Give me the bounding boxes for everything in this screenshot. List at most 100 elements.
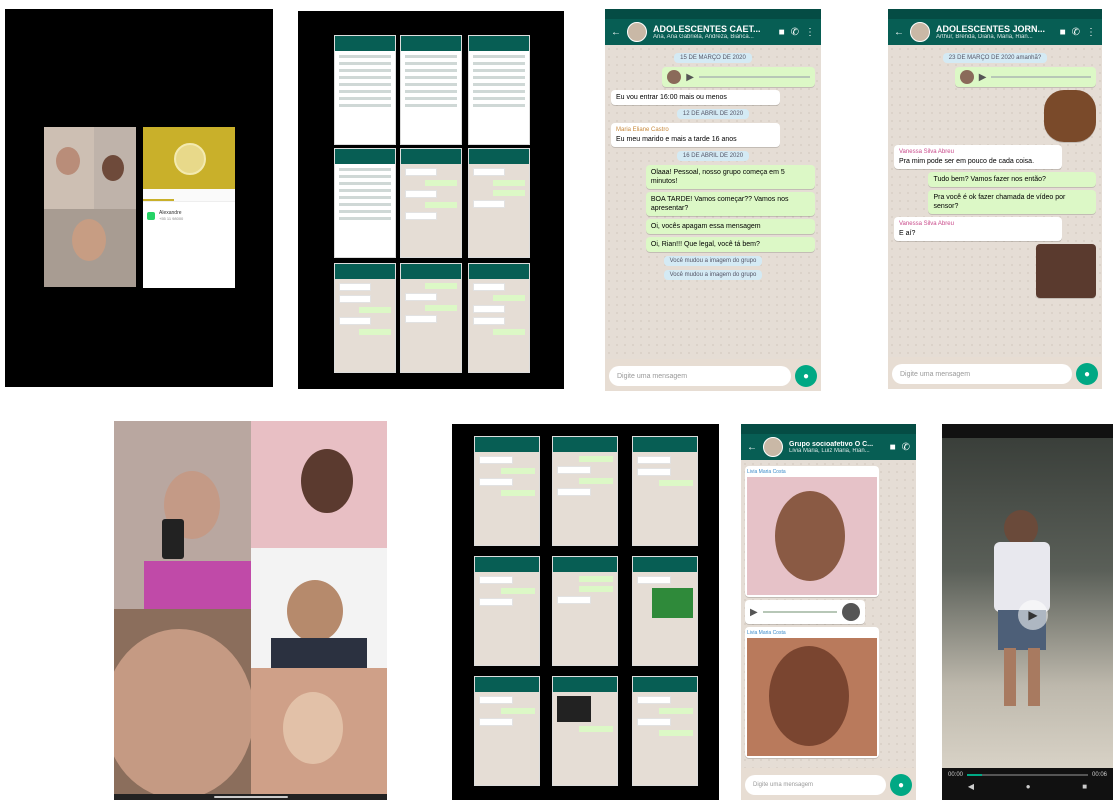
date-divider: 12 DE ABRIL DE 2020: [676, 109, 750, 119]
audio-message[interactable]: ▶: [954, 67, 1096, 87]
video-tile-elderly-woman: [114, 609, 251, 794]
more-options-icon[interactable]: ⋮: [1086, 27, 1096, 38]
video-tile-women: [44, 127, 94, 209]
microphone-icon[interactable]: ●: [795, 365, 817, 387]
avatar: [842, 603, 860, 621]
video-call-icon[interactable]: ■: [779, 27, 785, 38]
group-avatar[interactable]: [910, 22, 930, 42]
whatsapp-chat-2: ← ADOLESCENTES JORN... Arthur, Brenda, D…: [888, 9, 1102, 389]
thumb-chat: [474, 676, 540, 786]
group-title[interactable]: Grupo socioafetivo O C...: [789, 441, 884, 448]
message-input[interactable]: Digite uma mensagem: [609, 366, 791, 386]
thumb-chat: [334, 263, 396, 373]
message-outgoing: BOA TARDE! Vamos começar?? Vamos nos apr…: [645, 192, 815, 216]
video-call-icon[interactable]: ■: [1060, 27, 1066, 38]
phone-icon[interactable]: ✆: [1072, 27, 1080, 38]
message-outgoing: Tudo bem? Vamos fazer nos então?: [928, 172, 1096, 187]
message-icon[interactable]: [204, 189, 235, 201]
thumb-chat: [474, 556, 540, 666]
video-tile-man: [251, 548, 387, 668]
group-title[interactable]: ADOLESCENTES CAET...: [653, 24, 773, 34]
thumb-chat-list: [334, 35, 396, 145]
play-icon[interactable]: ▶: [750, 607, 758, 617]
thumb-chat: [552, 436, 618, 546]
message-input[interactable]: Digite uma mensagem: [745, 775, 886, 795]
microphone-icon[interactable]: ●: [1076, 363, 1098, 385]
seek-bar[interactable]: [967, 774, 1088, 776]
thumb-chat: [474, 436, 540, 546]
message-list[interactable]: 15 DE MARÇO DE 2020 ▶ Eu vou entrar 16:0…: [605, 45, 821, 359]
contact-screen: Alexandre +55 11 98000: [143, 127, 235, 288]
back-arrow-icon[interactable]: ←: [894, 27, 904, 38]
group-members: Livia Maria, Luiz Maria, Rian...: [789, 447, 870, 454]
panel-group-video-call: [114, 421, 387, 800]
audio-message[interactable]: ▶: [662, 67, 815, 87]
system-message: Você mudou a imagem do grupo: [663, 256, 763, 266]
video-tile-woman-pink: [251, 421, 387, 548]
back-icon[interactable]: ◀: [968, 782, 974, 791]
home-indicator[interactable]: [214, 796, 288, 798]
thumb-chat: [632, 676, 698, 786]
group-avatar[interactable]: [763, 437, 783, 457]
play-icon[interactable]: ▶: [979, 72, 987, 82]
group-avatar[interactable]: [627, 22, 647, 42]
whatsapp-chat-3: ← Grupo socioafetivo O C... Livia Maria,…: [741, 424, 916, 800]
panel-screenshot-grid-1: [298, 11, 564, 389]
video-tile-smiling-woman: [44, 209, 136, 287]
more-options-icon[interactable]: ⋮: [805, 27, 815, 38]
group-title[interactable]: ADOLESCENTES JORN...: [936, 24, 1054, 34]
thumb-chat-list: [400, 35, 462, 145]
photo-message[interactable]: Livia Maria Costa: [745, 466, 879, 597]
message-outgoing: Oi, Rian!!! Que legal, você tá bem?: [645, 237, 815, 252]
sticker-message[interactable]: [1044, 90, 1096, 142]
thumb-chat-photo: [552, 676, 618, 786]
composer: Digite uma mensagem ●: [892, 363, 1098, 385]
system-message: Você mudou a imagem do grupo: [663, 270, 763, 280]
recent-apps-icon[interactable]: ■: [1082, 782, 1087, 791]
sender-name: Maria Eliane Castro: [616, 127, 669, 133]
home-icon[interactable]: ●: [1026, 782, 1031, 791]
photo-message[interactable]: Livia Maria Costa: [745, 627, 879, 758]
status-bar: [942, 424, 1113, 438]
message-outgoing: Pra você é ok fazer chamada de vídeo por…: [928, 190, 1096, 214]
video-tile-girl-phone: [114, 421, 251, 609]
group-members: Ana, Ana Gabriela, Andreza, Bianca...: [653, 34, 754, 40]
panel-screenshot-grid-2: [452, 424, 719, 800]
play-button[interactable]: ▶: [1018, 600, 1048, 630]
back-arrow-icon[interactable]: ←: [611, 27, 621, 38]
date-divider: 15 DE MARÇO DE 2020: [674, 53, 752, 63]
whatsapp-icon: [147, 211, 155, 220]
message-incoming: Maria Eliane Castro Eu meu marido e mais …: [611, 123, 781, 147]
thumb-chat: [632, 436, 698, 546]
chat-header: ← ADOLESCENTES JORN... Arthur, Brenda, D…: [888, 9, 1102, 45]
thumb-chat: [552, 556, 618, 666]
contact-avatar: [174, 143, 206, 175]
time-total: 00:06: [1091, 772, 1107, 778]
photo-message[interactable]: [1036, 244, 1096, 298]
thumb-chat: [400, 263, 462, 373]
thumb-chat: [468, 148, 530, 258]
video-call-icon[interactable]: ■: [890, 442, 896, 453]
microphone-icon[interactable]: ●: [890, 774, 912, 796]
phone-icon[interactable]: ✆: [791, 27, 799, 38]
play-icon[interactable]: ▶: [686, 72, 694, 82]
video-tile-woman-2: [94, 127, 136, 209]
play-icon: ▶: [1028, 608, 1038, 622]
message-list[interactable]: 23 DE MARÇO DE 2020 amanhã? ▶ Vanessa Si…: [888, 45, 1102, 357]
message-input[interactable]: Digite uma mensagem: [892, 364, 1072, 384]
avatar: [667, 70, 682, 84]
audio-message[interactable]: ▶: [745, 600, 865, 624]
message-incoming: Eu vou entrar 16:00 mais ou menos: [611, 90, 781, 105]
message-incoming: Vanessa Silva Abreu Pra mim pode ser em p…: [894, 145, 1062, 169]
phone-icon[interactable]: ✆: [902, 442, 910, 453]
call-icon[interactable]: [143, 189, 174, 201]
date-divider: 23 DE MARÇO DE 2020 amanhã?: [942, 53, 1048, 63]
back-arrow-icon[interactable]: ←: [747, 442, 757, 453]
video-icon[interactable]: [174, 189, 205, 201]
time-elapsed: 00:00: [948, 772, 964, 778]
chat-header: ← ADOLESCENTES CAET... Ana, Ana Gabriela…: [605, 9, 821, 45]
message-list[interactable]: Livia Maria Costa ▶ Livia Maria Costa: [741, 460, 916, 768]
message-incoming: Vanessa Silva Abreu E aí?: [894, 217, 1062, 241]
sender-name: Livia Maria Costa: [747, 630, 786, 636]
chat-header: ← Grupo socioafetivo O C... Livia Maria,…: [741, 424, 916, 460]
